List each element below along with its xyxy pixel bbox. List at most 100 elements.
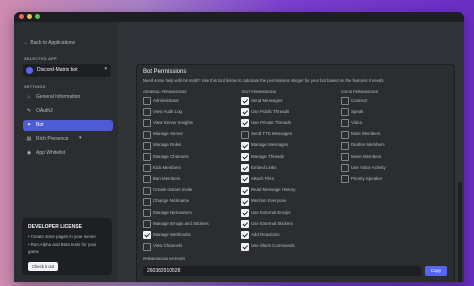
sidebar-item-oauth2[interactable]: ✎ OAuth2: [23, 106, 113, 117]
permission-label: Kick Members: [153, 164, 181, 170]
permission-checkbox[interactable]: [341, 130, 349, 139]
sidebar-item-label: Rich Presence: [36, 136, 69, 142]
permission-label: Mute Members: [351, 131, 381, 137]
permission-label: Use Public Threads: [251, 108, 290, 114]
permission-checkbox[interactable]: [241, 97, 249, 105]
permission-checkbox[interactable]: [143, 175, 151, 184]
minimize-window-button[interactable]: [27, 14, 32, 19]
permissions-integer-field[interactable]: 260382910528: [143, 266, 421, 276]
permission-label: Administrator: [153, 97, 179, 103]
permission-checkbox[interactable]: [143, 197, 151, 206]
sidebar-item-rich-presence[interactable]: ▤ Rich Presence ▾: [23, 134, 113, 145]
permission-column-heading: GENERAL PERMISSIONS: [143, 90, 187, 94]
developer-license-card: DEVELOPER LICENSE • Create store pages i…: [22, 218, 112, 275]
permission-label: Manage Webhooks: [153, 231, 191, 237]
permission-checkbox[interactable]: [143, 130, 151, 139]
permission-checkbox[interactable]: [143, 209, 151, 217]
permission-checkbox[interactable]: [143, 220, 151, 229]
permission-checkbox[interactable]: [143, 141, 151, 150]
permission-checkbox[interactable]: [143, 231, 151, 240]
permission-checkbox[interactable]: [341, 141, 349, 150]
permission-label: View Channels: [153, 243, 183, 249]
permission-label: Change Nickname: [153, 198, 190, 204]
permission-checkbox[interactable]: [341, 119, 349, 128]
permission-checkbox[interactable]: [241, 209, 249, 217]
permission-label: Manage Messages: [251, 142, 289, 148]
wrench-icon: ✎: [26, 108, 32, 114]
app-selector[interactable]: Discord-Matrix bot ▾: [23, 64, 111, 77]
permission-checkbox[interactable]: [241, 242, 249, 251]
permission-label: Deafen Members: [351, 142, 385, 148]
permission-label: Manage Server: [153, 131, 184, 137]
sidebar: ← Back to Applications SELECTED APP Disc…: [14, 22, 118, 282]
permission-checkbox[interactable]: [241, 197, 249, 206]
permission-checkbox[interactable]: [241, 186, 249, 195]
main-content: Bot Permissions Need some help with bit …: [118, 22, 464, 282]
permission-label: Send TTS Messages: [251, 131, 292, 137]
maximize-window-button[interactable]: [35, 14, 40, 19]
permission-column-heading: VOICE PERMISSIONS: [341, 90, 379, 94]
permission-checkbox[interactable]: [241, 175, 249, 184]
permission-label: Send Messages: [251, 97, 283, 103]
permission-label: Manage Nicknames: [153, 209, 192, 215]
permission-checkbox[interactable]: [341, 164, 349, 173]
permission-checkbox[interactable]: [143, 164, 151, 173]
permission-label: Use Voice Activity: [351, 164, 386, 170]
back-to-applications-link[interactable]: ← Back to Applications: [24, 40, 75, 46]
permission-checkbox[interactable]: [341, 108, 349, 117]
developer-license-bullet: • Create store pages in your server: [28, 234, 96, 239]
permission-label: Use External Stickers: [251, 220, 293, 226]
permission-checkbox[interactable]: [143, 242, 151, 251]
permission-label: Video: [351, 119, 363, 125]
app-window: ← Back to Applications SELECTED APP Disc…: [14, 12, 464, 282]
permission-label: Ban Members: [153, 175, 181, 181]
permissions-integer-label: PERMISSIONS INTEGER: [143, 257, 185, 261]
close-window-button[interactable]: [19, 14, 24, 19]
app-selector-name: Discord-Matrix bot: [37, 67, 78, 73]
scrollbar[interactable]: [458, 182, 462, 282]
permission-label: Add Reactions: [251, 231, 280, 237]
home-icon: ⌂: [27, 94, 31, 100]
bot-permissions-title: Bot Permissions: [143, 69, 187, 75]
permission-checkbox[interactable]: [241, 153, 249, 161]
permission-checkbox[interactable]: [241, 231, 249, 240]
permission-checkbox[interactable]: [241, 220, 249, 229]
permission-label: Speak: [351, 108, 364, 114]
permission-checkbox[interactable]: [143, 186, 151, 195]
check-it-out-button[interactable]: Check it out: [28, 262, 58, 271]
permission-label: View Server Insights: [153, 119, 193, 125]
title-bar: [14, 12, 464, 22]
permission-label: Manage Threads: [251, 153, 285, 159]
developer-license-title: DEVELOPER LICENSE: [28, 224, 82, 230]
permission-label: Attach Files: [251, 175, 274, 181]
sidebar-item-bot[interactable]: ✦ Bot: [23, 120, 113, 131]
permission-checkbox[interactable]: [241, 119, 249, 128]
controller-icon: ◉: [26, 150, 32, 156]
permission-checkbox[interactable]: [341, 153, 349, 161]
permission-label: Manage Roles: [153, 142, 182, 148]
permission-checkbox[interactable]: [241, 164, 249, 173]
permissions-integer-value: 260382910528: [147, 268, 181, 274]
permission-checkbox[interactable]: [143, 153, 151, 161]
permission-checkbox[interactable]: [143, 119, 151, 128]
permission-label: Create Instant Invite: [153, 187, 193, 193]
copy-button[interactable]: Copy: [425, 266, 447, 276]
developer-license-bullet: game: [28, 249, 39, 254]
selected-app-heading: SELECTED APP: [24, 56, 57, 61]
permission-label: View Audit Log: [153, 108, 182, 114]
permission-checkbox[interactable]: [241, 108, 249, 117]
settings-heading: SETTINGS: [24, 84, 46, 89]
permission-label: Connect: [351, 97, 368, 103]
sidebar-item-app-whitelist[interactable]: ◉ App Whitelist: [23, 148, 113, 159]
permission-checkbox[interactable]: [143, 97, 151, 105]
permission-checkbox[interactable]: [143, 108, 151, 117]
permission-label: Embed Links: [251, 164, 277, 170]
chevron-down-icon: ▾: [79, 135, 82, 141]
permission-label: Read Message History: [251, 187, 296, 193]
permission-checkbox[interactable]: [241, 130, 249, 139]
app-avatar: [26, 67, 33, 74]
permission-checkbox[interactable]: [341, 97, 349, 105]
permission-checkbox[interactable]: [241, 141, 249, 150]
permission-checkbox[interactable]: [341, 175, 349, 184]
sidebar-item-general-information[interactable]: ⌂ General Information: [23, 92, 113, 103]
